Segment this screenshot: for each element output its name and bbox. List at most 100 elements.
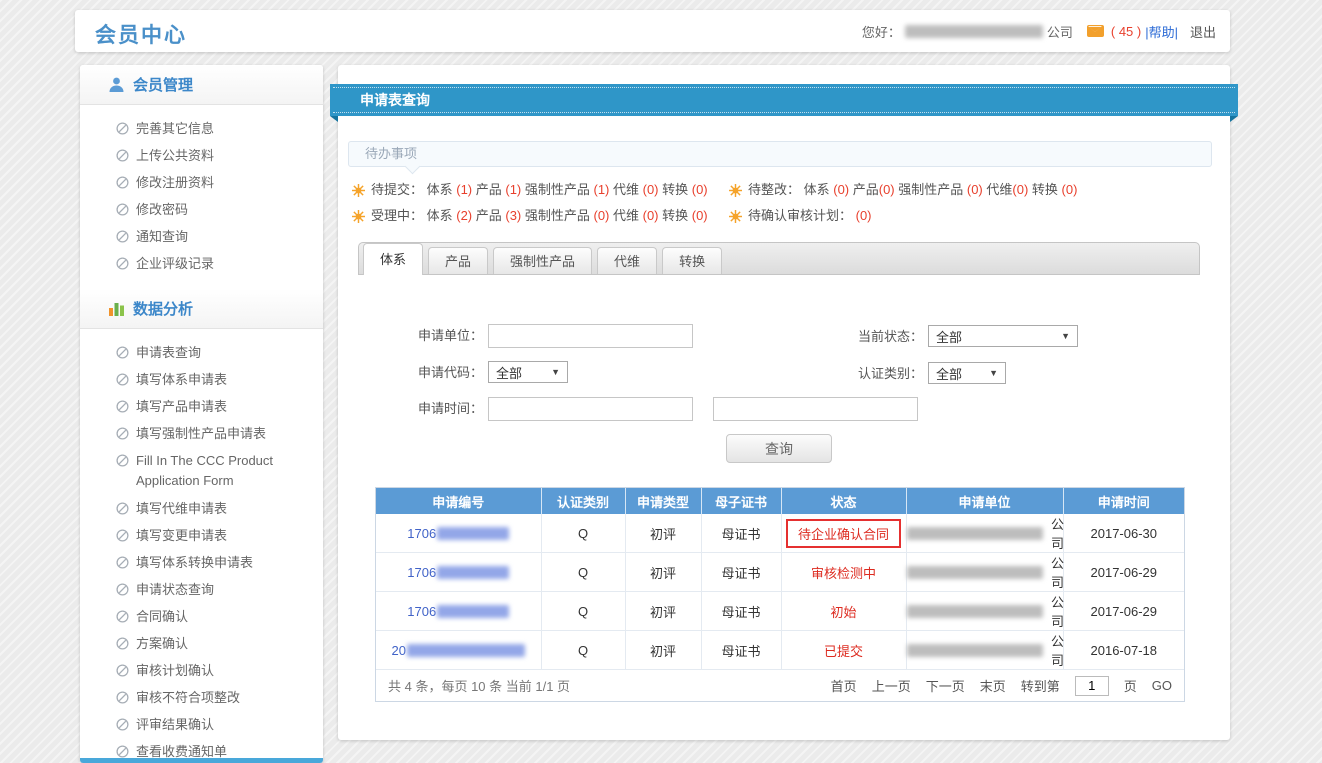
time-from-input[interactable]	[488, 397, 693, 421]
slash-circle-icon	[116, 583, 129, 596]
first-page-link[interactable]: 首页	[831, 676, 857, 695]
todo-header: 待办事项	[348, 141, 1212, 167]
status-select-value: 全部	[936, 327, 962, 346]
search-button[interactable]: 查询	[726, 434, 832, 463]
todo-group-text: 受理中： 体系 (2) 产品 (3) 强制性产品 (0) 代维 (0) 转换 (…	[371, 203, 708, 229]
sidebar-item[interactable]: 通知查询	[80, 223, 323, 250]
todo-group-text: 待提交： 体系 (1) 产品 (1) 强制性产品 (1) 代维 (0) 转换 (…	[371, 177, 708, 203]
mail-icon[interactable]	[1087, 25, 1104, 37]
slash-circle-icon	[116, 203, 129, 216]
pagination-summary: 共 4 条，每页 10 条 当前 1/1 页	[388, 676, 570, 695]
page-title: 申请表查询	[360, 92, 430, 108]
code-select[interactable]: 全部 ▼	[488, 361, 568, 383]
unit-input[interactable]	[488, 324, 693, 348]
todo-group: 待确认审核计划： (0)	[729, 203, 872, 229]
sidebar-item[interactable]: 修改密码	[80, 196, 323, 223]
unit-cell: 公司	[907, 631, 1070, 669]
sidebar-item[interactable]: 申请状态查询	[80, 576, 323, 603]
chevron-down-icon: ▼	[1061, 331, 1070, 341]
sidebar-item[interactable]: 填写体系申请表	[80, 366, 323, 393]
prev-page-link[interactable]: 上一页	[872, 676, 911, 695]
application-number-link[interactable]: 20	[392, 643, 525, 658]
parent-cert-cell: 母证书	[701, 631, 781, 670]
sidebar-item[interactable]: 填写代维申请表	[80, 495, 323, 522]
code-select-value: 全部	[496, 363, 522, 382]
sidebar-item-label: 企业评级记录	[136, 256, 214, 271]
tab-transfer[interactable]: 转换	[662, 247, 722, 274]
slash-circle-icon	[116, 346, 129, 359]
sidebar-item[interactable]: 审核不符合项整改	[80, 684, 323, 711]
sidebar-item[interactable]: 合同确认	[80, 603, 323, 630]
sidebar-item[interactable]: 企业评级记录	[80, 250, 323, 277]
todo-group: 受理中： 体系 (2) 产品 (3) 强制性产品 (0) 代维 (0) 转换 (…	[352, 203, 729, 229]
table-row: 1706 Q 初评 母证书 初始 公司 2017-06-29	[376, 592, 1184, 631]
sidebar-item[interactable]: 填写强制性产品申请表	[80, 420, 323, 447]
application-number-link[interactable]: 1706	[407, 526, 509, 541]
status-text: 初始	[830, 605, 856, 620]
slash-circle-icon	[116, 149, 129, 162]
slash-circle-icon	[116, 502, 129, 515]
tab-system[interactable]: 体系	[363, 243, 423, 275]
go-button[interactable]: GO	[1152, 678, 1172, 693]
sun-burst-icon	[729, 210, 742, 223]
sidebar-item[interactable]: 评审结果确认	[80, 711, 323, 738]
slash-circle-icon	[116, 529, 129, 542]
app-type-cell: 初评	[625, 631, 701, 670]
redacted-number	[437, 566, 509, 579]
todo-group-text: 待确认审核计划： (0)	[748, 203, 872, 229]
last-page-link[interactable]: 末页	[980, 676, 1006, 695]
tab-product[interactable]: 产品	[428, 247, 488, 274]
sidebar-item[interactable]: 填写体系转换申请表	[80, 549, 323, 576]
sidebar-item[interactable]: 申请表查询	[80, 339, 323, 366]
app-time-cell: 2017-06-29	[1063, 592, 1184, 631]
sidebar-item[interactable]: 审核计划确认	[80, 657, 323, 684]
time-to-input[interactable]	[713, 397, 918, 421]
application-number-link[interactable]: 1706	[407, 565, 509, 580]
parent-cert-cell: 母证书	[701, 553, 781, 592]
sidebar-item-label: Fill In The CCC Product Application Form	[136, 453, 273, 488]
page-title-ribbon: 申请表查询	[330, 84, 1238, 116]
sidebar-item[interactable]: 方案确认	[80, 630, 323, 657]
logout-link[interactable]: 退出	[1190, 22, 1216, 41]
tab-ccc-product[interactable]: 强制性产品	[493, 247, 592, 274]
col-app-number: 申请编号	[376, 488, 541, 514]
sidebar-item[interactable]: 填写变更申请表	[80, 522, 323, 549]
todo-title: 待办事项	[365, 146, 417, 161]
sidebar-member-list: 完善其它信息 上传公共资料 修改注册资料 修改密码 通知查询 企业评级记录	[80, 105, 323, 285]
help-link[interactable]: |帮助|	[1145, 22, 1178, 41]
col-status: 状态	[781, 488, 906, 514]
sidebar-item-label: 查看收费通知单	[136, 744, 227, 759]
slash-circle-icon	[116, 400, 129, 413]
slash-circle-icon	[116, 176, 129, 189]
slash-circle-icon	[116, 427, 129, 440]
sun-burst-icon	[729, 184, 742, 197]
sidebar-item[interactable]: 修改注册资料	[80, 169, 323, 196]
app-time-cell: 2016-07-18	[1063, 631, 1184, 670]
col-cert-category: 认证类别	[541, 488, 625, 514]
sidebar-item[interactable]: 上传公共资料	[80, 142, 323, 169]
page-number-input[interactable]	[1075, 676, 1109, 696]
sidebar-item[interactable]: Fill In The CCC Product Application Form	[80, 447, 323, 495]
todo-group: 待提交： 体系 (1) 产品 (1) 强制性产品 (1) 代维 (0) 转换 (…	[352, 177, 729, 203]
cert-select[interactable]: 全部 ▼	[928, 362, 1006, 384]
next-page-link[interactable]: 下一页	[926, 676, 965, 695]
ribbon-fold-left	[330, 116, 338, 122]
redacted-number	[437, 605, 509, 618]
sidebar-item[interactable]: 完善其它信息	[80, 115, 323, 142]
unit-cell: 公司	[907, 592, 1070, 630]
tab-maintenance[interactable]: 代维	[597, 247, 657, 274]
sidebar-item-label: 填写产品申请表	[136, 399, 227, 414]
chevron-down-icon: ▼	[551, 367, 560, 377]
table-row: 20 Q 初评 母证书 已提交 公司 2016-07-18	[376, 631, 1184, 670]
cert-category-cell: Q	[541, 592, 625, 631]
col-parent-cert: 母子证书	[701, 488, 781, 514]
application-number-link[interactable]: 1706	[407, 604, 509, 619]
status-highlight-box: 待企业确认合同	[786, 519, 901, 548]
sidebar-item[interactable]: 填写产品申请表	[80, 393, 323, 420]
slash-circle-icon	[116, 691, 129, 704]
redacted-company-name	[907, 527, 1044, 540]
user-area: 您好： 公司 ( 45 ) |帮助| 退出	[862, 10, 1216, 52]
status-select[interactable]: 全部 ▼	[928, 325, 1078, 347]
category-tabs: 体系 产品 强制性产品 代维 转换	[358, 242, 1200, 275]
mail-count[interactable]: ( 45 )	[1111, 24, 1141, 39]
